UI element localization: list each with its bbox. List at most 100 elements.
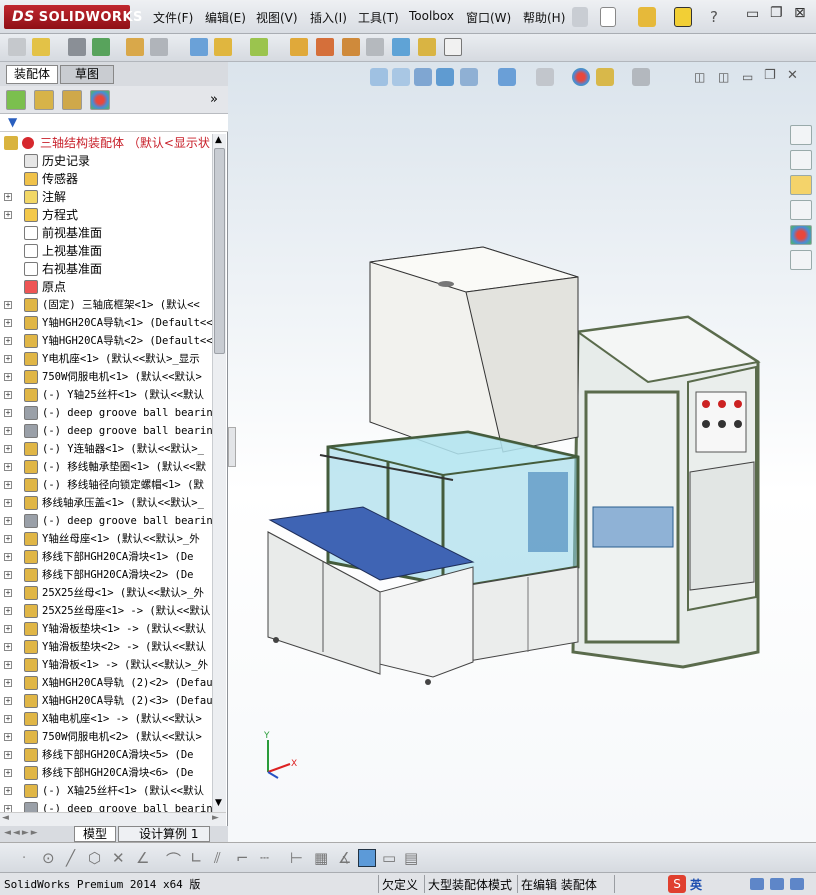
tree-item[interactable]: + 移线轴承压盖<1> (默认<<默认>_ bbox=[0, 494, 212, 512]
viewport-tile-icon[interactable]: ◫ bbox=[694, 70, 705, 84]
expand-toggle-icon[interactable]: + bbox=[4, 553, 12, 561]
tree-item[interactable]: +25X25丝母座<1> -> (默认<<默认 bbox=[0, 602, 212, 620]
expand-toggle-icon[interactable]: + bbox=[4, 499, 12, 507]
tree-item[interactable]: + (-) deep groove ball bearing bbox=[0, 422, 212, 440]
view-palette-icon[interactable] bbox=[790, 200, 812, 220]
expand-toggle-icon[interactable]: + bbox=[4, 337, 12, 345]
edit-appearance-icon[interactable] bbox=[572, 68, 590, 86]
tree-item[interactable]: +750W伺服电机<2> (默认<<默认> bbox=[0, 728, 212, 746]
tree-item[interactable]: 右视基准面 bbox=[0, 260, 212, 278]
chamfer-icon[interactable]: ∟ bbox=[190, 849, 203, 867]
minimize-icon[interactable]: ▭ bbox=[746, 6, 759, 22]
tree-item[interactable]: + (-) X轴25丝杆<1> (默认<<默认 bbox=[0, 782, 212, 800]
menu-view[interactable]: 视图(V) bbox=[256, 9, 298, 26]
configurationmanager-tab-icon[interactable] bbox=[62, 90, 82, 110]
exploded-view-icon[interactable] bbox=[342, 38, 360, 56]
offset-icon[interactable]: ⫽ bbox=[214, 849, 221, 867]
expand-toggle-icon[interactable]: + bbox=[4, 571, 12, 579]
tree-item[interactable]: + 移线下部HGH20CA滑块<1> (De bbox=[0, 548, 212, 566]
expand-toggle-icon[interactable]: + bbox=[4, 481, 12, 489]
zoom-to-area-icon[interactable] bbox=[392, 68, 410, 86]
expand-toggle-icon[interactable]: + bbox=[4, 391, 12, 399]
tree-item[interactable]: + X轴HGH20CA导轨 (2)<3> (Defau bbox=[0, 692, 212, 710]
new-motion-study-icon[interactable] bbox=[290, 38, 308, 56]
menu-tools[interactable]: 工具(T) bbox=[358, 9, 399, 26]
solidworks-logo[interactable]: DS SOLIDWORKS bbox=[4, 5, 142, 29]
tree-item[interactable]: + (-) Y轴25丝杆<1> (默认<<默认 bbox=[0, 386, 212, 404]
expand-toggle-icon[interactable]: + bbox=[4, 769, 12, 777]
help-icon[interactable]: ? bbox=[710, 8, 718, 26]
section-view-icon[interactable] bbox=[436, 68, 454, 86]
tree-item[interactable]: + X轴电机座<1> -> (默认<<默认> bbox=[0, 710, 212, 728]
apply-scene-icon[interactable] bbox=[596, 68, 614, 86]
appearances-icon[interactable] bbox=[790, 225, 812, 245]
tab-assembly[interactable]: 装配体 bbox=[6, 65, 58, 84]
tree-item[interactable]: +750W伺服电机<1> (默认<<默认> bbox=[0, 368, 212, 386]
graphics-area[interactable]: Y X bbox=[228, 62, 816, 842]
tree-item[interactable]: 原点 bbox=[0, 278, 212, 296]
corner-rectangle-icon[interactable]: ⌐ bbox=[236, 849, 249, 867]
tab-nav-arrows[interactable]: ◄◄►► bbox=[4, 828, 40, 838]
tree-item[interactable]: + 移线下部HGH20CA滑块<5> (De bbox=[0, 746, 212, 764]
horizontal-scrollbar[interactable]: ◄ ► bbox=[0, 812, 226, 826]
angle-icon[interactable]: ∡ bbox=[338, 849, 351, 867]
3d-view-icon[interactable] bbox=[358, 849, 376, 867]
tree-item[interactable]: + (-) 移线軸承垫圈<1> (默认<<默 bbox=[0, 458, 212, 476]
sogou-ime-icon[interactable]: S bbox=[668, 875, 686, 893]
menu-file[interactable]: 文件(F) bbox=[153, 9, 193, 26]
tree-item[interactable]: + Y轴滑板垫块<2> -> (默认<<默认 bbox=[0, 638, 212, 656]
tree-item[interactable]: + (-) deep groove ball bearing bbox=[0, 404, 212, 422]
doc-close-icon[interactable]: ✕ bbox=[787, 68, 798, 83]
scroll-down-arrow[interactable]: ▼ bbox=[215, 798, 222, 808]
expand-toggle-icon[interactable]: + bbox=[4, 715, 12, 723]
warning-icon[interactable] bbox=[674, 7, 692, 27]
display-manager-tab-icon[interactable] bbox=[90, 90, 110, 110]
interference-detection-icon[interactable] bbox=[392, 38, 410, 56]
open-folder-icon[interactable] bbox=[638, 7, 656, 27]
tree-item[interactable]: + Y轴HGH20CA导轨<2> (Default<< bbox=[0, 332, 212, 350]
tree-item[interactable]: + (固定) 三轴底框架<1> (默认<< bbox=[0, 296, 212, 314]
tree-scrollbar[interactable]: ▲ ▼ bbox=[212, 134, 226, 812]
assembly-icon[interactable] bbox=[8, 38, 26, 56]
menu-toolbox[interactable]: Toolbox bbox=[409, 9, 454, 23]
tree-item[interactable]: + (-) deep groove ball bearing bbox=[0, 800, 212, 812]
grid-icon[interactable]: ▦ bbox=[314, 849, 328, 867]
expand-toggle-icon[interactable]: + bbox=[4, 211, 12, 219]
hide-show-items-icon[interactable] bbox=[536, 68, 554, 86]
menu-help[interactable]: 帮助(H) bbox=[523, 9, 565, 26]
tree-item[interactable]: + Y轴滑板垫块<1> -> (默认<<默认 bbox=[0, 620, 212, 638]
explode-line-sketch-icon[interactable] bbox=[366, 38, 384, 56]
featuremanager-tab-icon[interactable] bbox=[6, 90, 26, 110]
ime-language-label[interactable]: 英 bbox=[690, 876, 702, 893]
point-icon[interactable]: · bbox=[22, 851, 26, 866]
new-document-icon[interactable] bbox=[600, 7, 616, 27]
zoom-to-fit-icon[interactable] bbox=[370, 68, 388, 86]
filter-icon[interactable]: ▼ bbox=[8, 115, 17, 129]
tab-sketch[interactable]: 草图 bbox=[60, 65, 114, 84]
viewport-split-icon[interactable]: ◫ bbox=[718, 70, 729, 84]
tree-item[interactable]: + (-) 移线轴径向锁定螺帽<1> (默 bbox=[0, 476, 212, 494]
shaded-sketch-icon[interactable]: ▭ bbox=[382, 849, 396, 867]
smart-fasteners-icon[interactable] bbox=[126, 38, 144, 56]
tree-item[interactable]: + Y轴丝母座<1> (默认<<默认>_外 bbox=[0, 530, 212, 548]
user-icon[interactable] bbox=[770, 878, 784, 890]
tree-item[interactable]: + X轴HGH20CA导轨 (2)<2> (Defau bbox=[0, 674, 212, 692]
pin-icon[interactable] bbox=[572, 7, 588, 27]
menu-window[interactable]: 窗口(W) bbox=[466, 9, 511, 26]
tree-item[interactable]: 历史记录 bbox=[0, 152, 212, 170]
table-icon[interactable]: ▤ bbox=[404, 849, 418, 867]
scroll-left-arrow[interactable]: ◄ bbox=[2, 813, 9, 823]
line-icon[interactable]: ╱ bbox=[66, 849, 75, 867]
instant3d-icon[interactable] bbox=[444, 38, 462, 56]
linear-pattern-icon[interactable] bbox=[92, 38, 110, 56]
display-style-icon[interactable] bbox=[498, 68, 516, 86]
view-orientation-icon[interactable] bbox=[460, 68, 478, 86]
mate-icon[interactable] bbox=[68, 38, 86, 56]
expand-toggle-icon[interactable]: + bbox=[4, 805, 12, 812]
tab-design-study[interactable]: 设计算例 1 bbox=[118, 826, 210, 842]
expand-toggle-icon[interactable]: + bbox=[4, 301, 12, 309]
tree-item[interactable]: +25X25丝母<1> (默认<<默认>_外 bbox=[0, 584, 212, 602]
expand-toggle-icon[interactable]: + bbox=[4, 607, 12, 615]
tree-item[interactable]: 上视基准面 bbox=[0, 242, 212, 260]
design-library-icon[interactable] bbox=[790, 150, 812, 170]
